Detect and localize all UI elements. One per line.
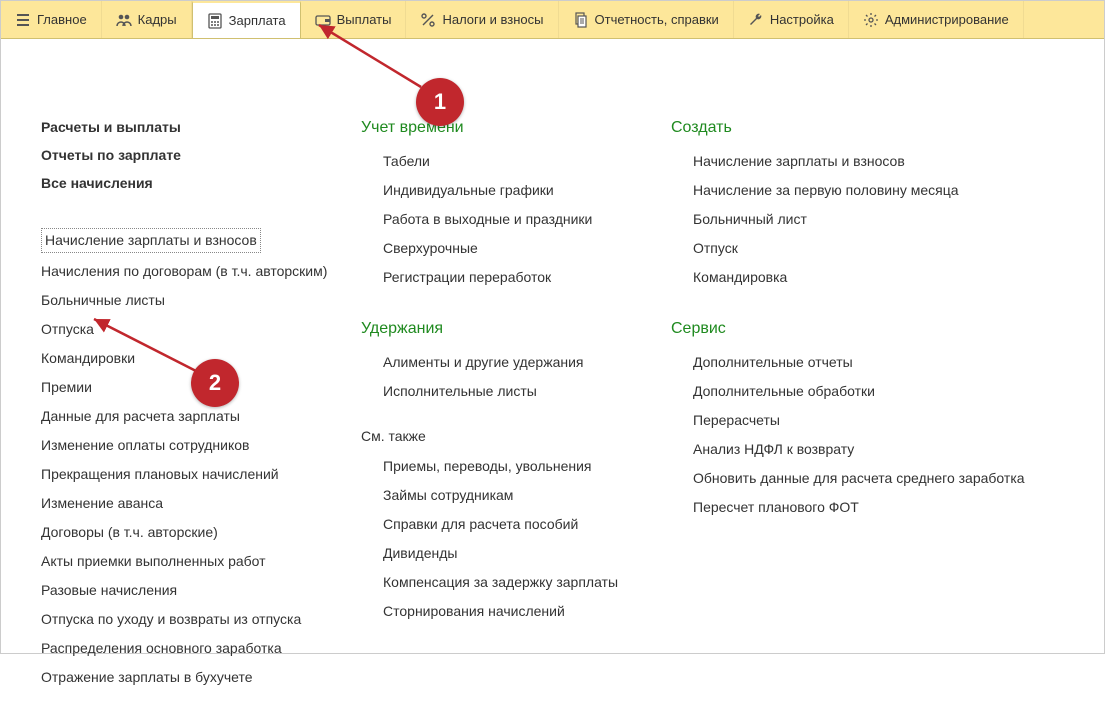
toolbar-item-7[interactable]: Администрирование [849,1,1024,38]
see-also-link[interactable]: Займы сотрудникам [383,485,651,506]
toolbar-item-2[interactable]: Зарплата [192,1,301,38]
wallet-icon [315,12,331,28]
section-link[interactable]: Пересчет планового ФОТ [693,497,1051,518]
nav-link-0[interactable]: Начисление зарплаты и взносов [41,228,261,253]
nav-link-11[interactable]: Акты приемки выполненных работ [41,551,341,572]
section-header[interactable]: Создать [671,119,1051,137]
section-link[interactable]: Командировка [693,267,1051,288]
toolbar-label: Зарплата [229,13,286,28]
section-link[interactable]: Алименты и другие удержания [383,352,651,373]
see-also-header: См. также [361,428,651,444]
section-link[interactable]: Дополнительные обработки [693,381,1051,402]
nav-link-3[interactable]: Отпуска [41,319,341,340]
section-link[interactable]: Регистрации переработок [383,267,651,288]
bold-link-1[interactable]: Отчеты по зарплате [41,147,341,163]
wrench-icon [748,12,764,28]
see-also-link[interactable]: Справки для расчета пособий [383,514,651,535]
bold-link-2[interactable]: Все начисления [41,175,341,191]
nav-link-9[interactable]: Изменение аванса [41,493,341,514]
section-link[interactable]: Сверхурочные [383,238,651,259]
toolbar-item-3[interactable]: Выплаты [301,1,407,38]
toolbar-item-5[interactable]: Отчетность, справки [559,1,734,38]
section-link[interactable]: Отпуск [693,238,1051,259]
column-middle: Учет времени Табели Индивидуальные графики… [361,119,651,696]
section-link[interactable]: Анализ НДФЛ к возврату [693,439,1051,460]
section-link[interactable]: Исполнительные листы [383,381,651,402]
main-toolbar: Главное Кадры Зарплата Выплаты Налоги и взно… [1,1,1104,39]
see-also-link[interactable]: Дивиденды [383,543,651,564]
section-link[interactable]: Обновить данные для расчета среднего зар… [693,468,1051,489]
section-link[interactable]: Начисление зарплаты и взносов [693,151,1051,172]
nav-link-2[interactable]: Больничные листы [41,290,341,311]
nav-link-14[interactable]: Распределения основного заработка [41,638,341,659]
toolbar-item-1[interactable]: Кадры [102,1,192,38]
menu-icon [15,12,31,28]
nav-link-1[interactable]: Начисления по договорам (в т.ч. авторски… [41,261,341,282]
nav-link-15[interactable]: Отражение зарплаты в бухучете [41,667,341,688]
percent-icon [420,12,436,28]
section-header[interactable]: Учет времени [361,119,651,137]
toolbar-item-4[interactable]: Налоги и взносы [406,1,558,38]
section-link[interactable]: Работа в выходные и праздники [383,209,651,230]
see-also-link[interactable]: Сторнирования начислений [383,601,651,622]
section-header[interactable]: Удержания [361,320,651,338]
nav-link-7[interactable]: Изменение оплаты сотрудников [41,435,341,456]
nav-link-13[interactable]: Отпуска по уходу и возвраты из отпуска [41,609,341,630]
section-link[interactable]: Табели [383,151,651,172]
toolbar-label: Администрирование [885,12,1009,27]
toolbar-item-0[interactable]: Главное [1,1,102,38]
annotation-badge-1: 1 [416,78,464,126]
nav-link-8[interactable]: Прекращения плановых начислений [41,464,341,485]
content-area: Расчеты и выплаты Отчеты по зарплате Все н… [1,39,1104,716]
nav-link-12[interactable]: Разовые начисления [41,580,341,601]
toolbar-label: Налоги и взносы [442,12,543,27]
nav-link-6[interactable]: Данные для расчета зарплаты [41,406,341,427]
docs-icon [573,12,589,28]
toolbar-item-6[interactable]: Настройка [734,1,849,38]
nav-link-4[interactable]: Командировки [41,348,341,369]
toolbar-label: Настройка [770,12,834,27]
section-link[interactable]: Больничный лист [693,209,1051,230]
toolbar-label: Выплаты [337,12,392,27]
toolbar-label: Отчетность, справки [595,12,719,27]
section-link[interactable]: Перерасчеты [693,410,1051,431]
section-link[interactable]: Дополнительные отчеты [693,352,1051,373]
bold-link-0[interactable]: Расчеты и выплаты [41,119,341,135]
column-left: Расчеты и выплаты Отчеты по зарплате Все н… [41,119,341,696]
section-header[interactable]: Сервис [671,320,1051,338]
toolbar-label: Главное [37,12,87,27]
annotation-badge-2: 2 [191,359,239,407]
gear-icon [863,12,879,28]
people-icon [116,12,132,28]
column-right: Создать Начисление зарплаты и взносов Начи… [671,119,1051,696]
see-also-link[interactable]: Приемы, переводы, увольнения [383,456,651,477]
section-link[interactable]: Индивидуальные графики [383,180,651,201]
toolbar-label: Кадры [138,12,177,27]
nav-link-10[interactable]: Договоры (в т.ч. авторские) [41,522,341,543]
section-link[interactable]: Начисление за первую половину месяца [693,180,1051,201]
calc-icon [207,13,223,29]
see-also-link[interactable]: Компенсация за задержку зарплаты [383,572,651,593]
